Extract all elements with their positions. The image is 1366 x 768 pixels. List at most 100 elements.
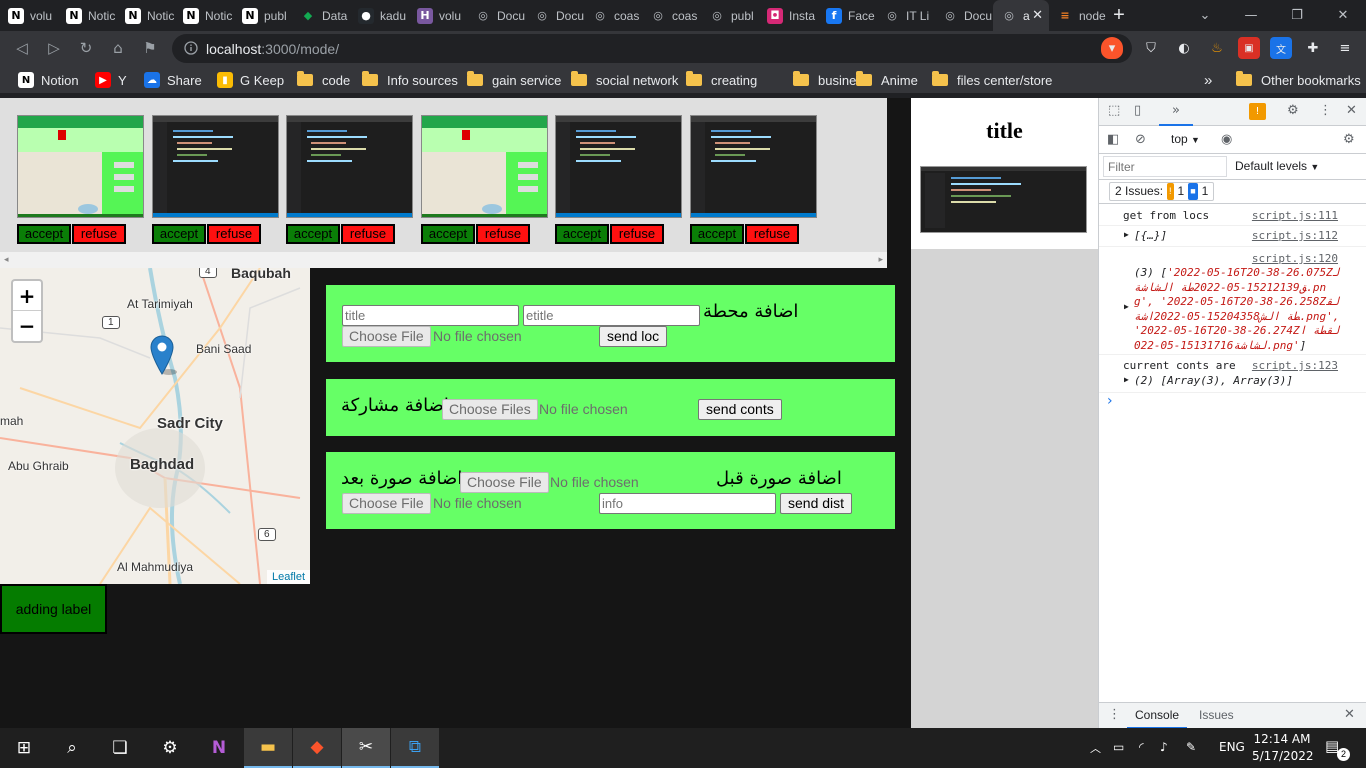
browser-tab[interactable]: Hvolu: [409, 0, 467, 31]
issues-button[interactable]: 2 Issues: ! 1 ■ 1: [1109, 182, 1215, 201]
bookmark-item[interactable]: N Notion: [18, 71, 79, 89]
screenshot-thumbnail[interactable]: [555, 115, 682, 218]
browser-tab[interactable]: ◎ a ✕: [993, 0, 1049, 31]
bookmark-item[interactable]: Info sources: [362, 71, 458, 89]
scroll-right-icon[interactable]: ▸: [878, 255, 883, 265]
back-icon[interactable]: ◁: [8, 34, 36, 62]
brave-browser-icon[interactable]: ◆: [293, 728, 341, 768]
bookmark-item[interactable]: creating: [686, 71, 757, 89]
flame-extension-icon[interactable]: ♨: [1206, 37, 1228, 59]
more-tabs-icon[interactable]: »: [1172, 103, 1180, 118]
browser-tab[interactable]: ◎ Docu: [467, 0, 525, 31]
vpn-extension-icon[interactable]: ◐: [1173, 37, 1195, 59]
browser-tab[interactable]: Nvolu: [0, 0, 58, 31]
refuse-button[interactable]: refuse: [72, 224, 126, 244]
address-bar[interactable]: localhost:3000/mode/: [172, 34, 1132, 63]
info-input[interactable]: [599, 493, 776, 514]
screenshot-thumbnail[interactable]: [690, 115, 817, 218]
onenote-icon[interactable]: N: [195, 728, 243, 768]
wifi-icon[interactable]: ◜: [1139, 740, 1144, 754]
log-source-link[interactable]: script.js:111: [1252, 209, 1338, 222]
shield-extension-icon[interactable]: ⛉: [1140, 37, 1162, 59]
send-conts-button[interactable]: send conts: [698, 399, 782, 420]
tray-overflow-icon[interactable]: ︿: [1090, 740, 1101, 756]
bookmark-item[interactable]: ▮ G Keep: [217, 71, 284, 89]
screenshot-thumbnail[interactable]: [152, 115, 279, 218]
context-selector[interactable]: top ▼: [1171, 132, 1200, 146]
browser-tab[interactable]: ◎ IT Li: [876, 0, 934, 31]
window-close-icon[interactable]: ✕: [1320, 0, 1366, 31]
drawer-tab-console[interactable]: Console: [1127, 703, 1188, 729]
other-bookmarks[interactable]: Other bookmarks: [1236, 71, 1361, 89]
close-drawer-icon[interactable]: ✕: [1344, 707, 1355, 722]
sidebar-toggle-icon[interactable]: ◧: [1107, 132, 1119, 147]
leaflet-map[interactable]: Baqubah At Tarimiyah Bani Saad Sadr City…: [0, 268, 310, 584]
browser-tab[interactable]: ◎ Docu: [526, 0, 584, 31]
browser-tab[interactable]: ◎ Docu: [934, 0, 992, 31]
send-loc-button[interactable]: send loc: [599, 326, 668, 347]
refuse-button[interactable]: refuse: [745, 224, 799, 244]
console-filter-input[interactable]: [1103, 156, 1227, 177]
title-input[interactable]: [342, 305, 519, 326]
refuse-button[interactable]: refuse: [207, 224, 261, 244]
zoom-out-button[interactable]: −: [13, 311, 41, 341]
browser-tab[interactable]: ◎ coas: [584, 0, 642, 31]
reload-icon[interactable]: ↻: [72, 34, 100, 62]
file-explorer-icon[interactable]: ▬: [244, 728, 292, 768]
map-attribution[interactable]: Leaflet: [266, 570, 310, 584]
accept-button[interactable]: accept: [286, 224, 340, 244]
bookmarks-overflow-icon[interactable]: »: [1204, 71, 1212, 89]
forward-icon[interactable]: ▷: [40, 34, 68, 62]
accept-button[interactable]: accept: [17, 224, 71, 244]
after-choose-file-button[interactable]: Choose File: [460, 472, 549, 493]
participation-choose-files-button[interactable]: Choose Files: [442, 399, 538, 420]
vscode-icon[interactable]: ⧉: [391, 728, 439, 768]
maximize-icon[interactable]: ❐: [1274, 0, 1320, 31]
settings-icon[interactable]: ⚙: [146, 728, 194, 768]
station-choose-file-button[interactable]: Choose File: [342, 326, 431, 347]
log-text[interactable]: (2) [Array(3), Array(3)]: [1134, 374, 1293, 387]
adding-label-button[interactable]: adding label: [0, 584, 107, 634]
search-icon[interactable]: ⌕: [48, 728, 96, 768]
browser-tab[interactable]: N Notic: [117, 0, 175, 31]
task-view-icon[interactable]: ❏: [96, 728, 144, 768]
screenshot-thumbnail[interactable]: [421, 115, 548, 218]
browser-tab[interactable]: Npubl: [234, 0, 292, 31]
windows-start-icon[interactable]: ⊞: [0, 728, 48, 768]
snipping-tool-icon[interactable]: ✂: [342, 728, 390, 768]
console-prompt-icon[interactable]: ›: [1107, 393, 1113, 409]
pen-icon[interactable]: ✎: [1186, 740, 1196, 754]
map-marker-icon[interactable]: [149, 334, 177, 378]
browser-tab[interactable]: f Face: [818, 0, 876, 31]
drawer-menu-icon[interactable]: ⋮: [1108, 707, 1121, 722]
browser-tab[interactable]: ≡ node: [1049, 0, 1107, 31]
etitle-input[interactable]: [523, 305, 700, 326]
close-devtools-icon[interactable]: ✕: [1346, 103, 1357, 118]
log-source-link[interactable]: script.js:120: [1252, 252, 1338, 265]
close-tab-icon[interactable]: ✕: [1032, 7, 1043, 23]
inspect-element-icon[interactable]: ⬚: [1108, 103, 1120, 118]
live-expression-eye-icon[interactable]: ◉: [1221, 132, 1232, 147]
expand-triangle-icon[interactable]: ▶: [1124, 375, 1129, 384]
bookmark-item[interactable]: files center/store: [932, 71, 1052, 89]
site-info-icon[interactable]: [184, 41, 198, 55]
browser-tab[interactable]: ● kadu: [350, 0, 408, 31]
browser-tab[interactable]: N Notic: [58, 0, 116, 31]
device-toolbar-icon[interactable]: ▯: [1134, 103, 1141, 118]
zoom-in-button[interactable]: +: [13, 281, 41, 311]
send-dist-button[interactable]: send dist: [780, 493, 853, 514]
settings-gear-icon[interactable]: ⚙: [1287, 103, 1299, 118]
screenshot-thumbnail[interactable]: [17, 115, 144, 218]
browser-tab[interactable]: ◎ coas: [642, 0, 700, 31]
side-preview-image[interactable]: [920, 166, 1087, 233]
bookmark-item[interactable]: code: [297, 71, 350, 89]
clock[interactable]: 12:14 AM 5/17/2022: [1252, 731, 1314, 765]
scroll-left-icon[interactable]: ◂: [4, 255, 9, 265]
kebab-menu-icon[interactable]: ⋮: [1319, 103, 1332, 118]
drawer-tab-issues[interactable]: Issues: [1191, 703, 1242, 729]
url-text[interactable]: localhost:3000/mode/: [206, 41, 339, 57]
extension-badge-icon[interactable]: ▣: [1238, 37, 1260, 59]
browser-tab[interactable]: ◎ publ: [701, 0, 759, 31]
bookmark-item[interactable]: Anime: [856, 71, 918, 89]
accept-button[interactable]: accept: [690, 224, 744, 244]
